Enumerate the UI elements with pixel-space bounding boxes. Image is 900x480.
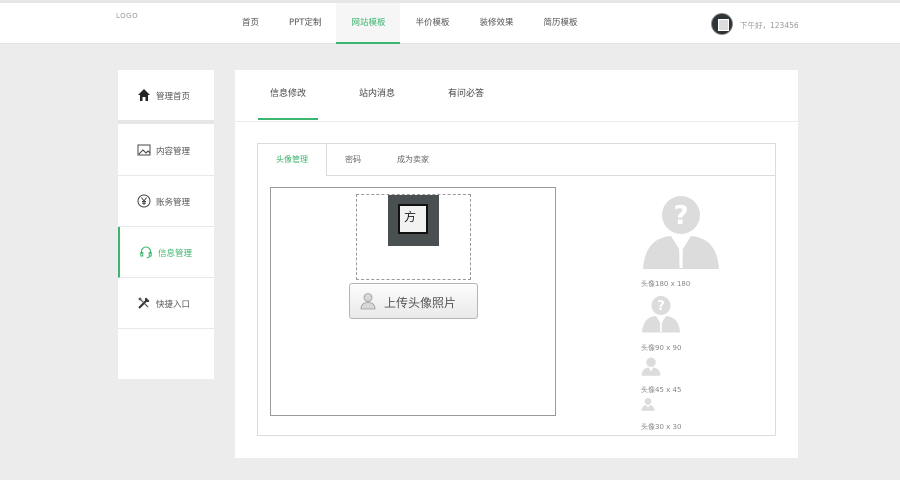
sidebar-item-home[interactable]: 管理首页: [118, 70, 214, 124]
user-avatar[interactable]: [711, 13, 733, 35]
user-icon: [360, 293, 376, 310]
nav-item-resume[interactable]: 简历模板: [529, 3, 593, 44]
tab-password[interactable]: 密码: [334, 144, 372, 175]
sidebar-item-content[interactable]: 内容管理: [118, 125, 214, 176]
avatar-placeholder-icon: ?: [643, 196, 719, 269]
crop-selection[interactable]: 方: [356, 194, 471, 280]
sidebar-item-label: 账务管理: [156, 198, 191, 208]
top-header: LOGO 首页 PPT定制 网站模板 半价模板 装修效果 简历模板 下午好，12…: [0, 0, 900, 44]
sidebar-item-shortcuts[interactable]: 快捷入口: [118, 278, 214, 329]
nav-item-web-templates[interactable]: 网站模板: [336, 3, 401, 44]
yen-icon: [137, 194, 151, 208]
svg-text:?: ?: [657, 299, 665, 314]
main-nav: 首页 PPT定制 网站模板 半价模板 装修效果 简历模板: [227, 3, 593, 44]
image-icon: [137, 144, 151, 156]
tab-avatar-manage[interactable]: 头像管理: [258, 144, 327, 176]
tools-icon: [138, 297, 150, 309]
preview-label-45: 头像45 x 45: [641, 386, 682, 394]
sidebar-item-label: 快捷入口: [156, 300, 191, 310]
avatar-placeholder-icon: [641, 398, 655, 411]
preview-label-180: 头像180 x 180: [641, 280, 691, 288]
nav-item-home[interactable]: 首页: [227, 3, 274, 44]
avatar-panel: 头像管理 密码 成为卖家 方 上传头像照片 ? 头像180 x 180 ? 头像…: [257, 143, 776, 436]
main-panel: 信息修改 站内消息 有问必答 头像管理 密码 成为卖家 方 上传头像照片 ? 头…: [235, 70, 798, 458]
upload-avatar-button[interactable]: 上传头像照片: [349, 283, 478, 319]
svg-text:?: ?: [673, 201, 688, 231]
tab-site-messages[interactable]: 站内消息: [347, 70, 407, 120]
tab-qa[interactable]: 有问必答: [436, 70, 496, 120]
tab-become-seller[interactable]: 成为卖家: [386, 144, 440, 175]
upload-label: 上传头像照片: [384, 296, 457, 310]
nav-item-half-price[interactable]: 半价模板: [400, 3, 464, 44]
home-icon: [138, 89, 150, 101]
user-greeting[interactable]: 下午好，123456: [740, 20, 799, 31]
sidebar-item-label: 管理首页: [156, 92, 191, 102]
preview-label-90: 头像90 x 90: [641, 344, 682, 352]
sidebar-item-label: 内容管理: [156, 147, 191, 157]
tab-info-edit[interactable]: 信息修改: [258, 70, 318, 120]
sidebar-item-label: 信息管理: [158, 249, 193, 259]
sub-tabs: 头像管理 密码 成为卖家: [258, 144, 775, 176]
avatar-placeholder-icon: ?: [642, 296, 680, 333]
preview-label-30: 头像30 x 30: [641, 423, 682, 431]
logo[interactable]: LOGO: [116, 12, 138, 20]
avatar-crop-area[interactable]: 方 上传头像照片: [270, 187, 556, 416]
nav-item-decoration[interactable]: 装修效果: [465, 3, 529, 44]
avatar-placeholder-icon: [641, 357, 661, 376]
top-tabs: 信息修改 站内消息 有问必答: [235, 70, 798, 122]
avatar-thumbnail: 方: [388, 195, 439, 246]
headset-icon: [140, 246, 152, 259]
sidebar-item-finance[interactable]: 账务管理: [118, 176, 214, 227]
nav-item-ppt[interactable]: PPT定制: [274, 3, 336, 44]
sidebar-item-info[interactable]: 信息管理: [118, 227, 214, 278]
sidebar: 管理首页 内容管理 账务管理 信息管理 快捷入口: [118, 70, 214, 379]
